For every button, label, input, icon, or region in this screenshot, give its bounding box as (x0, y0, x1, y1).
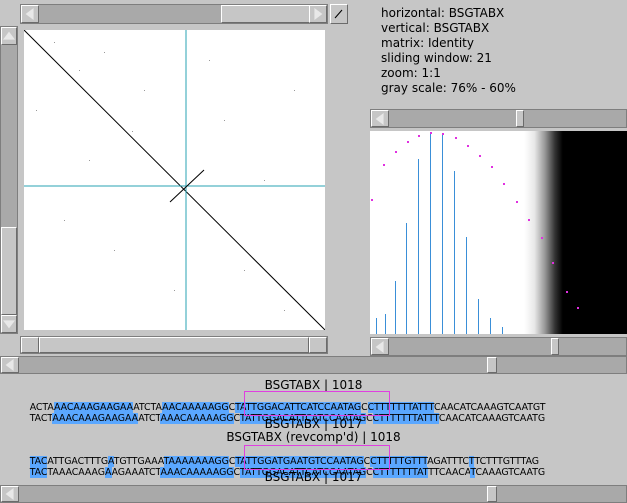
scroll-thumb[interactable] (1, 227, 17, 315)
alignment2-line2: TACTAAACAAAGAAGAAATCTAAACAAAAAGGCTATTGGA… (18, 458, 545, 478)
alignment-top-scrollbar[interactable] (0, 356, 627, 374)
arrow-left-icon (5, 359, 14, 371)
alignment2-sequences[interactable]: TACATTGACTTTGATGTTGAAATAAAAAAAGGCTATTGGA… (18, 445, 610, 478)
info-zoom: zoom: 1:1 (381, 66, 441, 80)
scroll-left-button[interactable] (371, 110, 389, 127)
alignment2-line1: TACATTGACTTTGATGTTGAAATAAAAAAAGGCTATTGGA… (18, 447, 539, 467)
histogram-dots (371, 132, 579, 309)
alignment1-line2: TACTAAACAAAGAAGAAATCTAAACAAAAAGGCTATTGGA… (18, 404, 545, 424)
grayscale-slider-bottom[interactable] (370, 337, 627, 356)
alignment-bottom-scrollbar[interactable] (0, 485, 627, 503)
dotplot-horizontal-scrollbar[interactable] (20, 4, 328, 24)
arrow-left-icon (5, 488, 14, 500)
info-horizontal: horizontal: BSGTABX (381, 6, 505, 20)
scroll-left-button[interactable] (21, 5, 39, 23)
scroll-left-button[interactable] (1, 357, 19, 373)
arrow-down-icon (3, 320, 15, 329)
dotplot-bottom-scrollbar[interactable] (20, 336, 328, 354)
scroll-left-button[interactable] (21, 337, 39, 353)
arrow-up-icon (3, 31, 15, 40)
histogram-graphic (371, 132, 579, 334)
grayscale-histogram[interactable] (370, 131, 627, 334)
noise-dots (36, 42, 295, 311)
info-gray-scale: gray scale: 76% - 60% (381, 81, 516, 95)
histogram-bars (376, 134, 503, 334)
scroll-thumb[interactable] (487, 357, 497, 373)
info-vertical: vertical: BSGTABX (381, 21, 490, 35)
dotplot-vertical-scrollbar[interactable] (0, 26, 18, 334)
scroll-up-button[interactable] (1, 27, 17, 45)
alignment2-bottom-label: BSGTABX | 1017 (264, 470, 363, 484)
alignment2-top-label: BSGTABX (revcomp'd) | 1018 (226, 430, 401, 444)
diagonal-icon (334, 9, 343, 19)
scroll-right-button[interactable] (309, 337, 327, 353)
slider-thumb-min[interactable] (516, 110, 524, 127)
corner-button[interactable] (330, 4, 348, 24)
scroll-thumb[interactable] (39, 337, 309, 353)
info-panel: horizontal: BSGTABX vertical: BSGTABX ma… (381, 6, 516, 96)
dotplot-canvas[interactable] (23, 29, 326, 331)
arrow-right-icon (314, 8, 323, 20)
scroll-down-button[interactable] (1, 315, 17, 333)
arrow-left-icon (25, 8, 34, 20)
scroll-right-button[interactable] (309, 5, 327, 23)
scroll-thumb[interactable] (221, 5, 311, 23)
main-diagonal (23, 29, 326, 331)
grayscale-slider-top[interactable] (370, 109, 627, 128)
alignment1-line1: ACTAAACAAAGAAGAAATCTAAACAAAAAGGCTATTGGAC… (18, 393, 546, 413)
scroll-left-button[interactable] (1, 486, 19, 502)
arrow-left-icon (375, 112, 384, 125)
slider-thumb-max[interactable] (551, 338, 559, 355)
info-matrix: matrix: Identity (381, 36, 474, 50)
alignment1-sequences[interactable]: ACTAAACAAAGAAGAAATCTAAACAAAAAGGCTATTGGAC… (18, 391, 610, 424)
alignment1-top-label: BSGTABX | 1018 (264, 378, 363, 392)
scroll-left-button[interactable] (371, 338, 389, 355)
dotplot-graphic (23, 29, 326, 331)
alignment1-bottom-label: BSGTABX | 1017 (264, 417, 363, 431)
scroll-thumb[interactable] (487, 486, 497, 502)
arrow-left-icon (375, 340, 384, 353)
info-sliding-window: sliding window: 21 (381, 51, 492, 65)
